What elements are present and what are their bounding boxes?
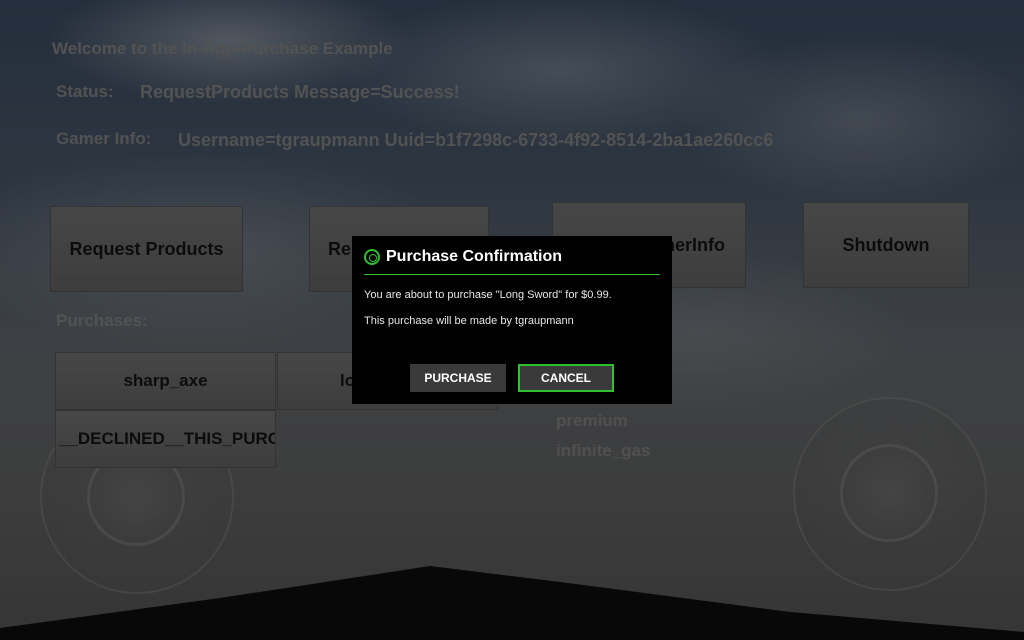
game-scene: Welcome to the In-App-Purchase Example S… xyxy=(0,0,1024,640)
dialog-sub-message: This purchase will be made by tgraupmann xyxy=(364,315,574,327)
dialog-message: You are about to purchase "Long Sword" f… xyxy=(364,289,612,301)
dialog-header: Purchase Confirmation xyxy=(364,248,660,275)
purchase-confirmation-dialog: Purchase Confirmation You are about to p… xyxy=(352,236,672,404)
purchase-button[interactable]: PURCHASE xyxy=(410,364,506,392)
dialog-title: Purchase Confirmation xyxy=(386,248,563,265)
cancel-button[interactable]: CANCEL xyxy=(518,364,614,392)
ouya-logo-icon xyxy=(364,249,380,265)
